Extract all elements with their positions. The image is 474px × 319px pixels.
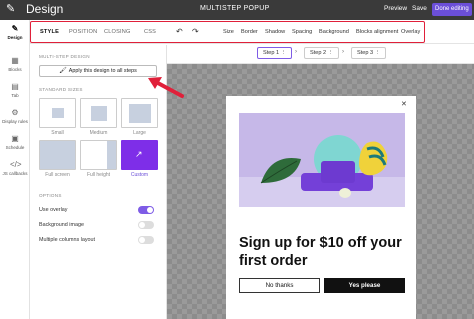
close-icon[interactable]: ✕ [401, 100, 407, 108]
steps-bar: Step 1 ⋮ › Step 2 ⋮ › Step 3 ⋮ [167, 44, 474, 64]
size-card-full-screen[interactable] [39, 140, 76, 170]
size-label-custom: Custom [130, 172, 149, 178]
option-use-overlay: Use overlay [39, 207, 68, 213]
size-card-medium[interactable] [80, 98, 117, 128]
preview-button[interactable]: Preview [384, 5, 407, 12]
tab-css[interactable]: CSS [144, 29, 156, 35]
tab-style[interactable]: STYLE [40, 29, 59, 35]
options-label: OPTIONS [39, 193, 62, 198]
toolbar-border[interactable]: Border [241, 29, 258, 35]
step-2-tab[interactable]: Step 2 ⋮ [304, 47, 340, 59]
rail-item-display-rules[interactable]: ⚙ Display rules [0, 108, 30, 124]
display-rules-icon: ⚙ [11, 108, 19, 117]
no-thanks-button[interactable]: No thanks [239, 278, 320, 293]
toolbar-overlay[interactable]: Overlay [401, 29, 420, 35]
undo-icon[interactable]: ↶ [176, 27, 183, 36]
tab-icon: ▤ [11, 82, 19, 91]
step-3-tab[interactable]: Step 3 ⋮ [351, 47, 387, 59]
product-illustration [239, 113, 405, 207]
size-label-large: Large [133, 130, 146, 136]
blocks-icon: ▦ [11, 56, 19, 65]
rail-item-label: Schedule [5, 145, 25, 150]
rail-item-schedule[interactable]: ▣ Schedule [0, 134, 30, 150]
step-label: Step 1 [263, 50, 280, 56]
apply-design-label: Apply this design to all steps [68, 68, 137, 74]
toolbar-spacing[interactable]: Spacing [292, 29, 312, 35]
done-editing-button[interactable]: Done editing [432, 3, 472, 16]
size-label-medium: Medium [89, 130, 108, 136]
size-label-full-screen: Full screen [45, 172, 70, 178]
toolbar-size[interactable]: Size [223, 29, 234, 35]
rail-item-label: Blocks [8, 67, 22, 72]
option-background-image: Background image [39, 222, 84, 228]
option-multiple-columns: Multiple columns layout [39, 237, 96, 243]
step-1-tab[interactable]: Step 1 ⋮ [257, 47, 293, 59]
code-icon: </> [10, 160, 22, 169]
step-label: Step 2 [310, 50, 327, 56]
calendar-icon: ▣ [11, 134, 19, 143]
apply-design-button[interactable]: 🖌 Apply this design to all steps [39, 65, 157, 77]
rail-item-label: Tab [11, 93, 19, 98]
multistep-design-label: MULTI-STEP DESIGN [39, 54, 90, 59]
popup-headline: Sign up for $10 off your first order [239, 235, 402, 269]
rail-item-design[interactable]: ✎ Design [0, 24, 30, 40]
redo-icon[interactable]: ↷ [192, 27, 199, 36]
toolbar-background[interactable]: Background [319, 29, 349, 35]
annotation-arrow [148, 77, 184, 98]
pencil-icon: ✎ [11, 24, 19, 33]
size-card-large[interactable] [121, 98, 158, 128]
use-overlay-toggle[interactable] [138, 206, 154, 214]
resize-icon: ↗ [135, 149, 143, 159]
design-icon[interactable]: ✎ [6, 3, 18, 15]
left-rail: ✎ Design ▦ Blocks ▤ Tab ⚙ Display rules … [0, 20, 30, 319]
tab-closing[interactable]: CLOSING [104, 29, 131, 35]
popup-preview[interactable]: ✕ Sign up for $10 off your first order N… [226, 96, 416, 319]
multiple-columns-toggle[interactable] [138, 236, 154, 244]
chevron-right-icon: › [342, 49, 344, 55]
page-title: Design [26, 2, 64, 16]
hero-image [239, 113, 405, 207]
save-button[interactable]: Save [412, 5, 427, 12]
standard-sizes-label: STANDARD SIZES [39, 87, 83, 92]
toolbar-blocks-alignment[interactable]: Blocks alignment [356, 29, 398, 35]
top-bar: ✎ Design MULTISTEP POPUP Preview Save Do… [0, 0, 474, 20]
rail-item-label: Design [7, 35, 23, 40]
toolbar-shadow[interactable]: Shadow [265, 29, 285, 35]
background-image-toggle[interactable] [138, 221, 154, 229]
rail-item-label: JS callbacks [2, 171, 28, 176]
rail-item-tab[interactable]: ▤ Tab [0, 82, 30, 98]
rail-item-js-callbacks[interactable]: </> JS callbacks [0, 160, 30, 176]
yes-please-button[interactable]: Yes please [324, 278, 405, 293]
size-card-custom[interactable]: ↗ [121, 140, 158, 170]
tab-position[interactable]: POSITION [69, 29, 97, 35]
brush-icon: 🖌 [59, 68, 67, 74]
rail-item-label: Display rules [2, 119, 28, 124]
step-label: Step 3 [357, 50, 374, 56]
size-label-small: Small [51, 130, 64, 136]
campaign-title: MULTISTEP POPUP [200, 5, 270, 12]
design-toolbar: STYLE POSITION CLOSING CSS ↶ ↷ Size Bord… [30, 20, 474, 44]
chevron-right-icon: › [295, 49, 297, 55]
size-card-full-height[interactable] [80, 140, 117, 170]
size-card-small[interactable] [39, 98, 76, 128]
size-label-full-height: Full height [86, 172, 111, 178]
rail-item-blocks[interactable]: ▦ Blocks [0, 56, 30, 72]
